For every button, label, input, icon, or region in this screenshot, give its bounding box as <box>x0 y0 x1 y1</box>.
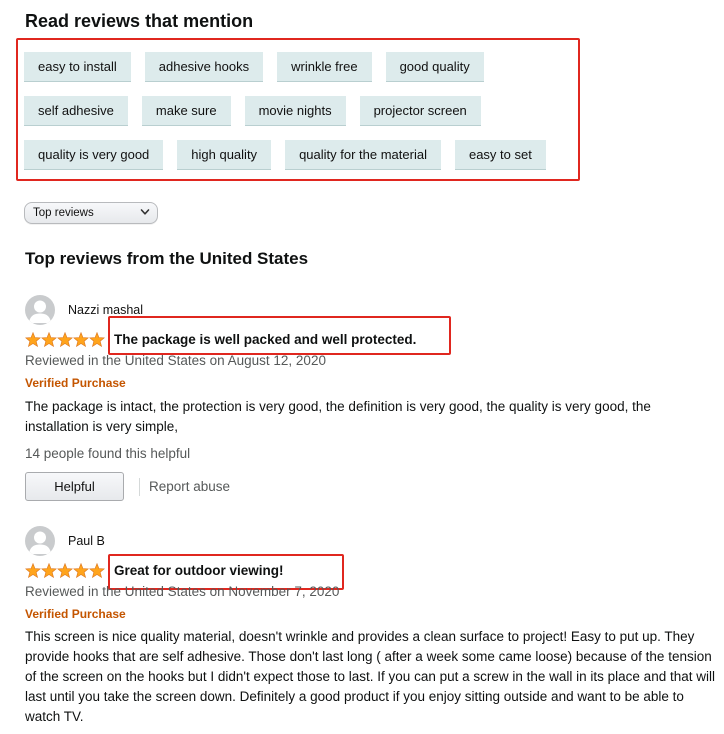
helpful-count: 14 people found this helpful <box>25 446 191 461</box>
mentions-title: Read reviews that mention <box>25 11 254 31</box>
sort-selected-label: Top reviews <box>33 207 94 219</box>
mention-chip[interactable]: quality for the material <box>285 140 441 170</box>
avatar <box>25 295 55 325</box>
review-date: Reviewed in the United States on August … <box>25 353 326 368</box>
reviewer-name[interactable]: Paul B <box>68 534 105 548</box>
avatar <box>25 526 55 556</box>
mention-chip-row: quality is very good high quality qualit… <box>24 140 546 170</box>
star-icon <box>41 563 57 578</box>
mention-chip[interactable]: good quality <box>385 52 484 82</box>
star-icon <box>41 332 57 347</box>
review-item: Paul B Great for outdoor viewing! Review… <box>25 526 715 734</box>
star-icon <box>57 563 73 578</box>
mention-chip[interactable]: wrinkle free <box>277 52 372 82</box>
report-abuse-link[interactable]: Report abuse <box>149 479 230 494</box>
helpful-button[interactable]: Helpful <box>25 472 124 501</box>
mention-chip-row: self adhesive make sure movie nights pro… <box>24 96 481 126</box>
star-icon <box>89 332 105 347</box>
star-icon <box>25 332 41 347</box>
divider <box>139 478 140 496</box>
star-icon <box>73 332 89 347</box>
star-rating[interactable] <box>25 563 105 578</box>
mention-chip[interactable]: self adhesive <box>24 96 128 126</box>
verified-purchase-badge: Verified Purchase <box>25 376 126 390</box>
star-icon <box>57 332 73 347</box>
review-date: Reviewed in the United States on Novembe… <box>25 584 340 599</box>
mention-chip[interactable]: projector screen <box>359 96 481 126</box>
user-silhouette-icon <box>29 531 51 554</box>
star-icon <box>73 563 89 578</box>
verified-purchase-badge: Verified Purchase <box>25 607 126 621</box>
mention-chip-row: easy to install adhesive hooks wrinkle f… <box>24 52 484 82</box>
mention-chip[interactable]: adhesive hooks <box>144 52 264 82</box>
mention-chip[interactable]: easy to install <box>24 52 131 82</box>
mention-chip[interactable]: quality is very good <box>24 140 164 170</box>
reviews-section-title: Top reviews from the United States <box>25 249 309 268</box>
mention-chip[interactable]: high quality <box>177 140 272 170</box>
review-body: The package is intact, the protection is… <box>25 399 651 434</box>
user-silhouette-icon <box>29 300 51 323</box>
star-rating[interactable] <box>25 332 105 347</box>
chevron-down-icon <box>140 209 150 215</box>
mention-chip[interactable]: make sure <box>141 96 231 126</box>
star-icon <box>89 563 105 578</box>
reviewer-name[interactable]: Nazzi mashal <box>68 303 143 317</box>
review-item: Nazzi mashal The package is well packed … <box>25 295 715 505</box>
title-highlight-box <box>108 316 451 355</box>
review-body: This screen is nice quality material, do… <box>25 629 715 724</box>
star-icon <box>25 563 41 578</box>
mention-chip[interactable]: movie nights <box>244 96 346 126</box>
mention-chip[interactable]: easy to set <box>454 140 546 170</box>
sort-dropdown[interactable]: Top reviews <box>24 202 158 224</box>
